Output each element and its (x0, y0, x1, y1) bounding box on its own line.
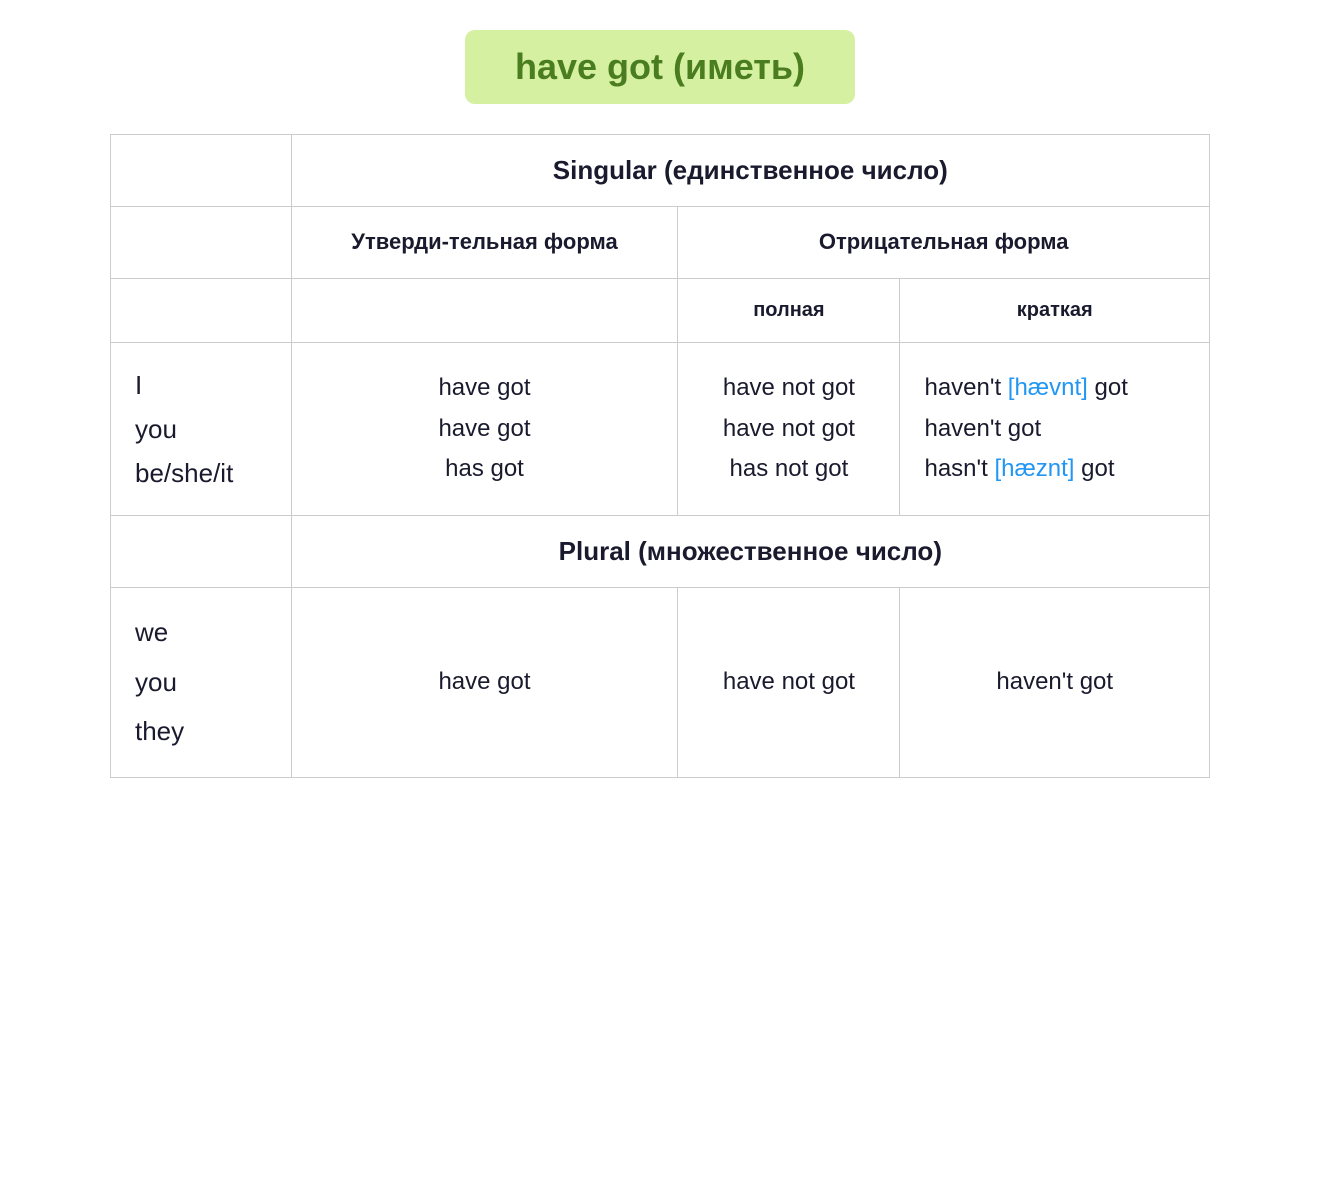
sub-header-row: полная краткая (111, 278, 1210, 342)
title-badge: have got (иметь) (465, 30, 855, 104)
empty-corner-cell (111, 135, 292, 207)
plural-negative-full: have not got (678, 588, 900, 777)
singular-negative-short: haven't [hævnt] got haven't got hasn't [… (900, 342, 1210, 516)
affirm-header: Утверди-тельная форма (291, 207, 678, 279)
singular-pronouns: Iyoube/she/it (111, 342, 292, 516)
short-form-header: краткая (900, 278, 1210, 342)
grammar-table: Singular (единственное число) Утверди-те… (110, 134, 1210, 778)
plural-affirm: have got (291, 588, 678, 777)
singular-affirm: have gothave gothas got (291, 342, 678, 516)
singular-header-row: Singular (единственное число) (111, 135, 1210, 207)
plural-pronouns: weyouthey (111, 588, 292, 777)
singular-negative-full: have not gothave not gothas not got (678, 342, 900, 516)
column-header-row: Утверди-тельная форма Отрицательная форм… (111, 207, 1210, 279)
phonetic-haevnt: [hævnt] (1008, 374, 1088, 401)
empty-pronoun-header (111, 207, 292, 279)
page-container: have got (иметь) Singular (единственное … (110, 30, 1210, 778)
phonetic-haeznt: [hæznt] (994, 455, 1074, 482)
plural-header: Plural (множественное число) (291, 516, 1209, 588)
plural-header-row: Plural (множественное число) (111, 516, 1210, 588)
empty-plural-corner (111, 516, 292, 588)
full-form-header: полная (678, 278, 900, 342)
empty-affirm-sub (291, 278, 678, 342)
singular-data-row: Iyoube/she/it have gothave gothas got ha… (111, 342, 1210, 516)
negative-header: Отрицательная форма (678, 207, 1210, 279)
plural-negative-short: haven't got (900, 588, 1210, 777)
singular-header: Singular (единственное число) (291, 135, 1209, 207)
empty-sub-header (111, 278, 292, 342)
title-container: have got (иметь) (110, 30, 1210, 104)
plural-data-row: weyouthey have got have not got haven't … (111, 588, 1210, 777)
